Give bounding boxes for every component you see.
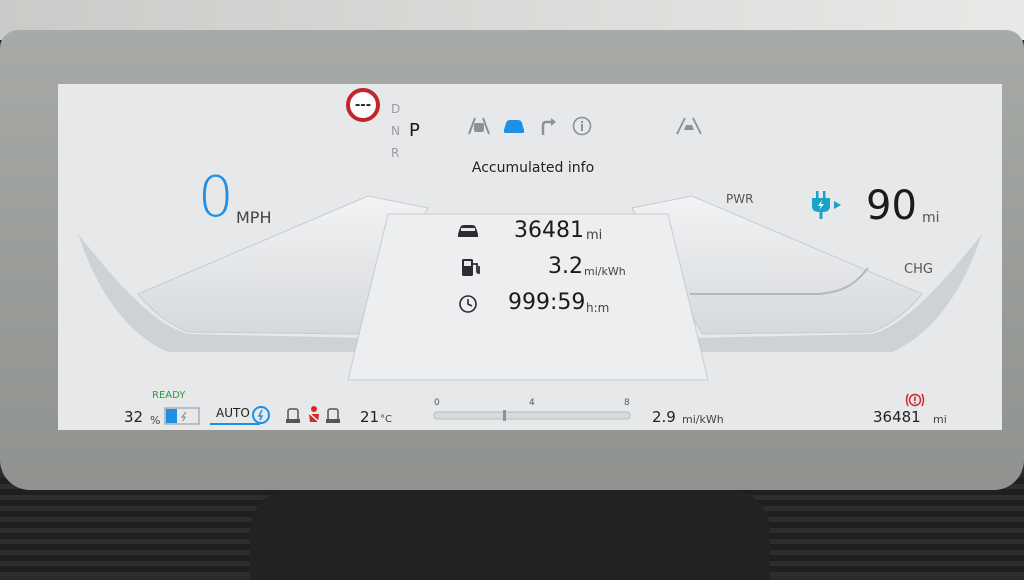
panel-title: Accumulated info <box>471 160 595 176</box>
drive-time-value: 999:59 <box>508 290 586 315</box>
total-distance-unit: mi <box>586 228 603 243</box>
odometer-unit: mi <box>933 413 947 426</box>
battery-percent-value: 32 <box>124 408 144 426</box>
odometer-value: 36481 <box>873 408 921 426</box>
scale-label-8: 8 <box>624 398 630 408</box>
smart-cruise-car-icon <box>504 120 524 133</box>
scale-bar <box>433 411 631 420</box>
brake-warning-icon <box>905 393 925 407</box>
scale-label-4: 4 <box>529 398 535 408</box>
drive-time-unit: h:m <box>586 301 610 315</box>
power-label: PWR <box>726 192 754 206</box>
gear-selected: P <box>409 120 420 141</box>
charge-label: CHG <box>904 262 933 277</box>
info-icon <box>572 116 592 136</box>
gear-d: D <box>391 102 401 116</box>
instrument-cluster-screen: 0 MPH --- D N R P Accumulated info 36481… <box>58 84 1002 430</box>
speed-limit-sign-icon: --- <box>346 88 380 122</box>
cluster-decoration <box>58 84 1002 430</box>
efficiency-unit: mi/kWh <box>584 265 626 278</box>
dashboard-recess <box>250 490 770 580</box>
temperature-unit: °C <box>380 414 392 425</box>
ready-indicator: READY <box>152 390 186 401</box>
car-icon <box>458 225 478 237</box>
current-efficiency-value: 2.9 <box>652 408 676 426</box>
temperature-value: 21 <box>360 408 380 426</box>
speed-unit: MPH <box>236 208 272 227</box>
gear-n: N <box>391 124 400 138</box>
seatbelt-status-icon <box>286 406 340 423</box>
speed-value: 0 <box>198 165 234 230</box>
range-value: 90 <box>866 183 917 229</box>
battery-gauge-icon <box>164 407 200 425</box>
total-distance-value: 36481 <box>514 218 584 243</box>
scale-marker <box>503 410 506 421</box>
efficiency-value: 3.2 <box>548 254 583 279</box>
turn-arrow-icon <box>541 118 556 135</box>
scale-label-0: 0 <box>434 398 440 408</box>
battery-percent-unit: % <box>150 414 161 427</box>
regen-auto-icon <box>210 406 270 425</box>
gear-r: R <box>391 146 400 160</box>
current-efficiency-unit: mi/kWh <box>682 413 724 426</box>
ev-plug-icon <box>812 191 841 219</box>
forward-collision-icon <box>676 117 702 135</box>
lane-assist-icon <box>468 117 490 135</box>
clock-icon <box>459 295 477 313</box>
range-unit: mi <box>922 210 940 226</box>
fuel-charger-icon <box>462 259 480 276</box>
